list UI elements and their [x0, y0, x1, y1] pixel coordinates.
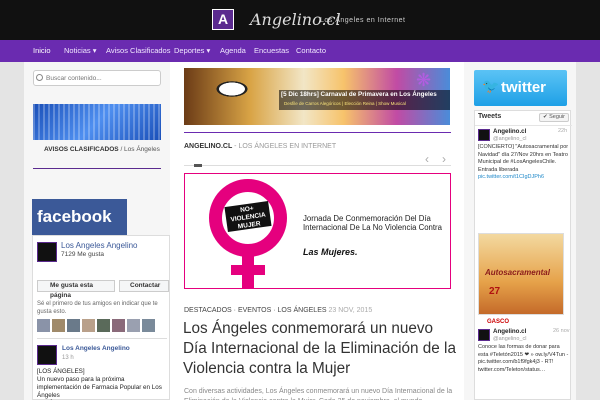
tweet-image-title: Autosacramental — [485, 268, 550, 277]
fb-like-count: 7129 Me gusta — [61, 251, 105, 258]
facebook-page-widget: Los Angeles Angelino 7129 Me gusta Me gu… — [32, 235, 170, 400]
tweet-handle[interactable]: @angelino_cl — [493, 336, 526, 342]
article-date: 23 NOV, 2015 — [326, 307, 373, 314]
search-icon — [36, 74, 43, 81]
twitter-bird-icon: 🐦 — [482, 78, 500, 94]
classifieds-banner[interactable] — [33, 104, 161, 140]
classifieds-caption[interactable]: AVISOS CLASIFICADOS / Los Ángeles — [44, 146, 160, 153]
category-link[interactable]: LOS ÁNGELES — [278, 307, 327, 314]
tweet-text: Conoce las formas de donar para esta #Te… — [478, 344, 569, 373]
feature-image-highlight: Las Mujeres. — [303, 247, 358, 257]
article-title[interactable]: Los Ángeles conmemorará un nuevo Día Int… — [183, 319, 459, 379]
left-sidebar: AVISOS CLASIFICADOS / Los Ángeles facebo… — [24, 62, 170, 400]
female-symbol-bar — [231, 265, 265, 275]
follow-button[interactable]: ✔ Seguir — [539, 113, 569, 122]
fb-post-time[interactable]: 13 h — [62, 355, 74, 361]
fb-like-button[interactable]: Me gusta esta página — [37, 280, 115, 299]
banner-title: [5 Dic 18hrs] Carnaval de Primavera en L… — [281, 91, 437, 98]
nav-item-encuestas[interactable]: Encuestas — [254, 40, 289, 62]
friend-avatar[interactable] — [127, 319, 140, 332]
friend-avatar[interactable] — [112, 319, 125, 332]
avatar[interactable] — [37, 345, 57, 365]
nav-item-avisos[interactable]: Avisos Clasificados — [106, 40, 170, 62]
nav-item-contacto[interactable]: Contacto — [296, 40, 326, 62]
twitter-banner[interactable]: 🐦 twitter — [474, 70, 567, 106]
fb-page-name[interactable]: Los Angeles Angelino — [61, 241, 138, 250]
butterfly-icon: ❋ — [416, 70, 432, 90]
tweet-author[interactable]: Angelino.cl — [493, 128, 526, 135]
friend-avatar[interactable] — [142, 319, 155, 332]
mask-image — [202, 74, 262, 104]
tweet-text: [CONCIERTO] "Autosacramental por Navidad… — [478, 144, 569, 180]
main-content: ❋ [5 Dic 18hrs] Carnaval de Primavera en… — [170, 62, 464, 400]
slider-next-button[interactable]: › — [442, 152, 446, 166]
nav-item-noticias[interactable]: Noticias ▾ — [64, 40, 97, 62]
sponsor-logo: GASCO — [487, 319, 510, 325]
tweets-title: Tweets — [478, 113, 502, 120]
main-nav: Inicio Noticias ▾ Avisos Clasificados De… — [0, 40, 600, 62]
tweet-author[interactable]: Angelino.cl — [493, 328, 526, 335]
site-header: A Angelino.cl Los Ángeles en Internet — [0, 0, 600, 40]
friend-avatar[interactable] — [67, 319, 80, 332]
feature-image-text: Jornada De Conmemoración Del Día Interna… — [303, 214, 442, 232]
slider-indicator[interactable] — [194, 164, 202, 167]
avatar[interactable] — [37, 242, 57, 262]
divider — [184, 165, 451, 166]
fb-contact-button[interactable]: Contactar — [119, 280, 169, 292]
friend-avatar[interactable] — [82, 319, 95, 332]
featured-article-image[interactable]: NO+ VIOLENCIA MUJER Jornada De Conmemora… — [184, 173, 451, 289]
article-meta: DESTACADOS · EVENTOS · LOS ÁNGELES 23 NO… — [184, 307, 373, 314]
tweet-link[interactable]: pic.twitter.com/t1CIgDJPh6 — [478, 174, 544, 180]
friend-avatar[interactable] — [37, 319, 50, 332]
facebook-logo[interactable]: facebook — [32, 199, 127, 235]
fb-post-author[interactable]: Los Angeles Angelino — [62, 345, 130, 352]
divider — [33, 168, 161, 169]
fb-friends-text: Sé el primero de tus amigos en indicar q… — [37, 301, 158, 315]
breadcrumb: ANGELINO.CL - LOS ÁNGELES EN INTERNET — [184, 143, 337, 150]
nav-item-inicio[interactable]: Inicio — [33, 40, 51, 62]
tweet-image[interactable]: Autosacramental 27 — [478, 233, 564, 315]
twitter-timeline-widget: Tweets ✔ Seguir Angelino.cl @angelino_cl… — [474, 110, 572, 400]
nav-item-deportes[interactable]: Deportes ▾ — [174, 40, 210, 62]
right-sidebar: 🐦 twitter Tweets ✔ Seguir Angelino.cl @a… — [464, 62, 576, 400]
avatar[interactable] — [478, 129, 490, 141]
site-tagline: Los Ángeles en Internet — [320, 17, 406, 24]
carnival-banner[interactable]: ❋ [5 Dic 18hrs] Carnaval de Primavera en… — [184, 68, 450, 125]
tweet-time[interactable]: 26 nov — [553, 328, 570, 334]
banner-subtitle: Desfile de Carros Alegóricos | Elección … — [284, 101, 406, 106]
site-logo[interactable]: A — [212, 9, 234, 30]
tweet-time[interactable]: 22h — [558, 128, 567, 134]
category-link[interactable]: EVENTOS — [238, 307, 271, 314]
search-input[interactable] — [33, 70, 161, 86]
fb-post-body: [LOS ÁNGELES] Un nuevo paso para la próx… — [37, 368, 162, 399]
category-link[interactable]: DESTACADOS — [184, 307, 232, 314]
avatar[interactable] — [478, 329, 490, 341]
friend-avatar[interactable] — [97, 319, 110, 332]
divider — [475, 125, 572, 126]
tweet-handle[interactable]: @angelino_cl — [493, 136, 526, 142]
friend-avatar[interactable] — [52, 319, 65, 332]
article-excerpt: Con diversas actividades, Los Ángeles co… — [184, 388, 453, 400]
nav-item-agenda[interactable]: Agenda — [220, 40, 246, 62]
divider — [184, 132, 451, 133]
tweet-image-date: 27 — [489, 286, 501, 297]
divider — [37, 338, 167, 339]
twitter-wordmark: twitter — [501, 79, 546, 96]
slider-prev-button[interactable]: ‹ — [425, 152, 429, 166]
